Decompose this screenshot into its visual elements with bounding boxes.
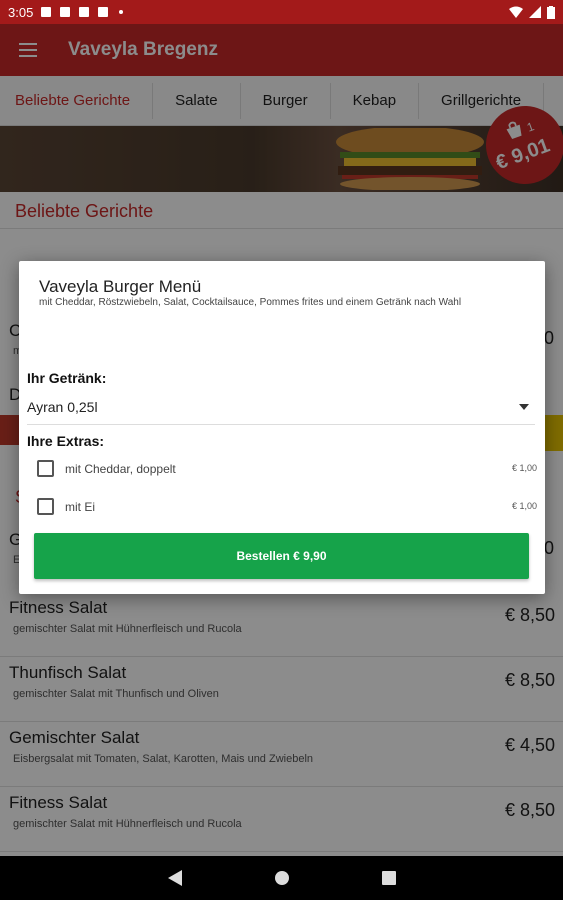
dialog-description: mit Cheddar, Röstzwiebeln, Salat, Cockta… [39, 297, 462, 308]
extra-price: € 1,00 [511, 501, 537, 511]
product-options-dialog: Vaveyla Burger Menü mit Cheddar, Röstzwi… [19, 261, 545, 594]
back-icon[interactable] [167, 870, 182, 886]
notification-icon [98, 7, 109, 17]
status-time: 3:05 [8, 4, 34, 20]
system-nav-bar [0, 856, 563, 900]
extra-label: mit Cheddar, doppelt [65, 462, 176, 476]
extra-checkbox[interactable] [37, 498, 54, 515]
extra-option[interactable]: mit Cheddar, doppelt € 1,00 [37, 460, 537, 482]
extra-checkbox[interactable] [37, 460, 54, 477]
extra-price: € 1,00 [511, 463, 537, 473]
home-icon[interactable] [274, 870, 290, 886]
drink-label: Ihr Getränk: [27, 370, 107, 386]
recents-icon[interactable] [381, 871, 396, 885]
drink-select-value: Ayran 0,25l [27, 399, 98, 415]
extras-label: Ihre Extras: [27, 433, 105, 449]
drink-select[interactable]: Ayran 0,25l [27, 399, 535, 425]
signal-icon [529, 6, 541, 18]
status-bar: 3:05 [0, 0, 563, 24]
dropdown-arrow-icon [519, 404, 529, 410]
notification-icon [60, 7, 71, 17]
order-button[interactable]: Bestellen € 9,90 [34, 533, 529, 579]
more-notifications-icon [119, 10, 124, 14]
notification-icon [79, 7, 90, 17]
wifi-icon [509, 6, 523, 18]
dialog-title: Vaveyla Burger Menü [39, 277, 202, 296]
notification-icon [41, 7, 52, 17]
extra-label: mit Ei [65, 500, 95, 514]
extra-option[interactable]: mit Ei € 1,00 [37, 498, 537, 520]
battery-icon [547, 5, 555, 19]
